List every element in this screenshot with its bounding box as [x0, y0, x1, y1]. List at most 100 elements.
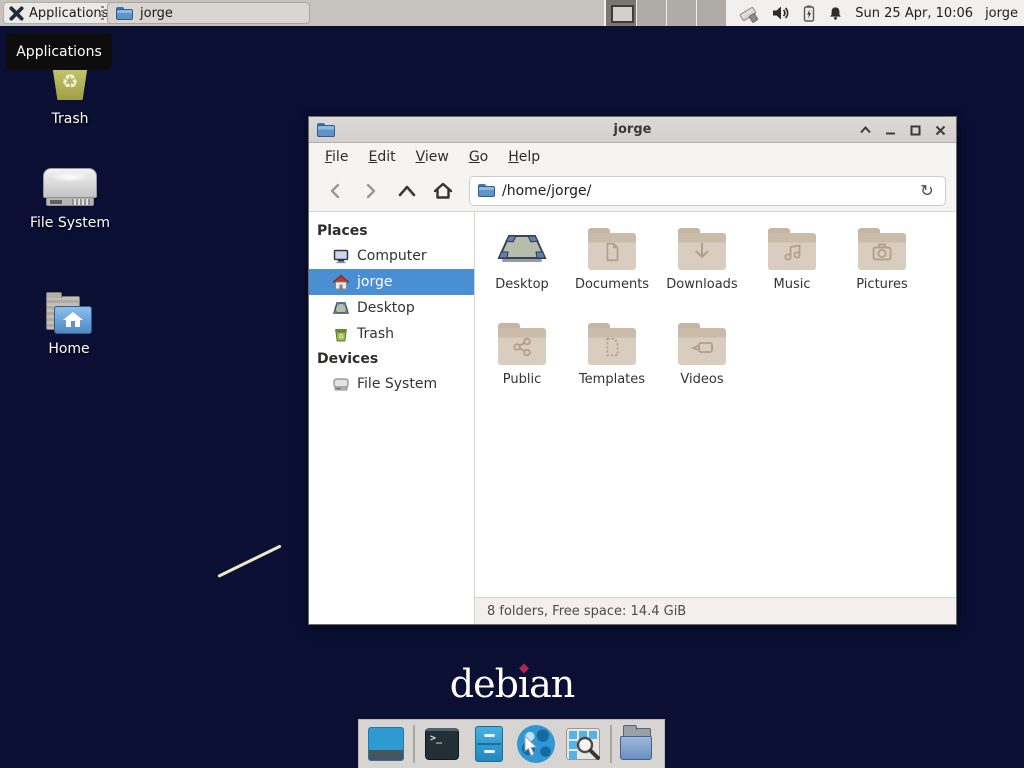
- menu-help[interactable]: Help: [498, 145, 550, 169]
- top-panel: Applications jorge: [0, 0, 1024, 26]
- system-tray: Sun 25 Apr, 10:06 jorge: [738, 0, 1018, 26]
- folder-label: Desktop: [495, 277, 549, 292]
- desktop-icon-label: Trash: [52, 111, 89, 127]
- maximize-button[interactable]: [909, 124, 921, 136]
- applications-menu-label: Applications: [29, 6, 108, 21]
- sidebar-item-label: Computer: [357, 248, 427, 264]
- pictures-folder-icon: [856, 226, 908, 272]
- desktop-pad-icon: [496, 226, 548, 272]
- directory-menu-button[interactable]: [619, 724, 659, 764]
- sidebar-item-desktop[interactable]: Desktop: [309, 295, 474, 321]
- folder-item-documents[interactable]: Documents: [567, 226, 657, 321]
- application-finder-launcher[interactable]: [563, 724, 603, 764]
- hard-drive-icon: [43, 168, 97, 208]
- folder-item-templates[interactable]: Templates: [567, 321, 657, 416]
- file-view[interactable]: Desktop Documents: [475, 212, 956, 597]
- terminal-icon: [425, 728, 459, 760]
- sidebar-header-places: Places: [309, 219, 474, 243]
- path-text[interactable]: /home/jorge/: [502, 183, 910, 199]
- battery-charging-icon[interactable]: [802, 5, 816, 22]
- statusbar: 8 folders, Free space: 14.4 GiB: [475, 597, 956, 624]
- hard-drive-icon: [333, 377, 349, 391]
- desktop-icon: [333, 301, 349, 316]
- desktop-icon-label: File System: [30, 215, 110, 231]
- sidebar-item-label: Trash: [357, 326, 394, 342]
- folder-label: Templates: [579, 372, 645, 387]
- sidebar-item-label: Desktop: [357, 300, 415, 316]
- web-browser-launcher[interactable]: [516, 724, 556, 764]
- volume-icon[interactable]: [772, 5, 790, 21]
- folder-item-videos[interactable]: Videos: [657, 321, 747, 416]
- show-desktop-button[interactable]: [366, 724, 406, 764]
- folder-label: Public: [503, 372, 541, 387]
- menu-file[interactable]: File: [315, 145, 358, 169]
- terminal-launcher[interactable]: [422, 724, 462, 764]
- desktop-icon-home[interactable]: Home: [21, 292, 117, 357]
- sidebar-item-jorge[interactable]: jorge: [309, 269, 474, 295]
- desktop-icon-file-system[interactable]: File System: [22, 168, 118, 231]
- folder-item-public[interactable]: Public: [477, 321, 567, 416]
- sidebar-item-computer[interactable]: Computer: [309, 243, 474, 269]
- workspace-2[interactable]: [636, 0, 666, 26]
- folder-item-desktop[interactable]: Desktop: [477, 226, 567, 321]
- folder-label: Pictures: [856, 277, 907, 292]
- folder-label: Music: [774, 277, 811, 292]
- statusbar-text: 8 folders, Free space: 14.4 GiB: [487, 604, 686, 619]
- home-folder-icon: [44, 292, 94, 334]
- applications-tooltip: Applications: [6, 33, 112, 70]
- menubar: File Edit View Go Help: [309, 143, 956, 170]
- folder-item-music[interactable]: Music: [747, 226, 837, 321]
- globe-icon: [517, 725, 555, 763]
- show-desktop-icon: [368, 727, 404, 761]
- folder-label: Documents: [575, 277, 649, 292]
- titlebar[interactable]: jorge: [309, 117, 956, 143]
- up-button[interactable]: [391, 176, 423, 206]
- back-button[interactable]: [319, 176, 351, 206]
- desktop: Applications jorge: [0, 0, 1024, 768]
- taskbar-window-label: jorge: [140, 6, 173, 21]
- debian-logo-dot: ı: [518, 662, 529, 706]
- workspace-1[interactable]: [606, 0, 636, 26]
- sidebar-item-file-system[interactable]: File System: [309, 371, 474, 397]
- username-label: jorge: [985, 6, 1018, 21]
- public-folder-icon: [496, 321, 548, 367]
- file-manager-window: jorge File Edit View Go Help: [308, 116, 957, 625]
- magnifier-icon: [575, 735, 601, 761]
- workspace-3[interactable]: [666, 0, 696, 26]
- menu-go[interactable]: Go: [459, 145, 498, 169]
- debian-logo: debıan: [0, 662, 1024, 706]
- forward-button[interactable]: [355, 176, 387, 206]
- reload-icon[interactable]: [917, 181, 937, 201]
- workspace-4[interactable]: [696, 0, 726, 26]
- sidebar: Places Computer jorge: [309, 212, 475, 624]
- music-folder-icon: [766, 226, 818, 272]
- menu-edit[interactable]: Edit: [358, 145, 405, 169]
- taskbar-window-button[interactable]: jorge: [107, 2, 310, 24]
- dock-panel: [358, 719, 665, 768]
- tool-icon[interactable]: [738, 3, 760, 23]
- dock-separator: [610, 725, 612, 763]
- shade-button[interactable]: [859, 124, 871, 136]
- desktop-icon-label: Home: [48, 341, 89, 357]
- home-button[interactable]: [427, 176, 459, 206]
- folder-icon: [116, 7, 133, 20]
- folder-label: Downloads: [666, 277, 737, 292]
- applications-tooltip-text: Applications: [16, 44, 102, 60]
- file-cabinet-icon: [475, 726, 503, 762]
- sidebar-header-devices: Devices: [309, 347, 474, 371]
- videos-folder-icon: [676, 321, 728, 367]
- clock[interactable]: Sun 25 Apr, 10:06: [855, 6, 973, 21]
- tasklist-handle[interactable]: [101, 6, 104, 20]
- templates-folder-icon: [586, 321, 638, 367]
- folder-item-downloads[interactable]: Downloads: [657, 226, 747, 321]
- notification-bell-icon[interactable]: [828, 5, 843, 22]
- folder-item-pictures[interactable]: Pictures: [837, 226, 927, 321]
- path-folder-icon: [478, 184, 495, 197]
- sidebar-item-trash[interactable]: ♻ Trash: [309, 321, 474, 347]
- toolbar: /home/jorge/: [309, 170, 956, 212]
- path-bar[interactable]: /home/jorge/: [469, 176, 946, 206]
- minimize-button[interactable]: [884, 124, 896, 136]
- close-button[interactable]: [934, 124, 946, 136]
- file-manager-launcher[interactable]: [469, 724, 509, 764]
- menu-view[interactable]: View: [406, 145, 459, 169]
